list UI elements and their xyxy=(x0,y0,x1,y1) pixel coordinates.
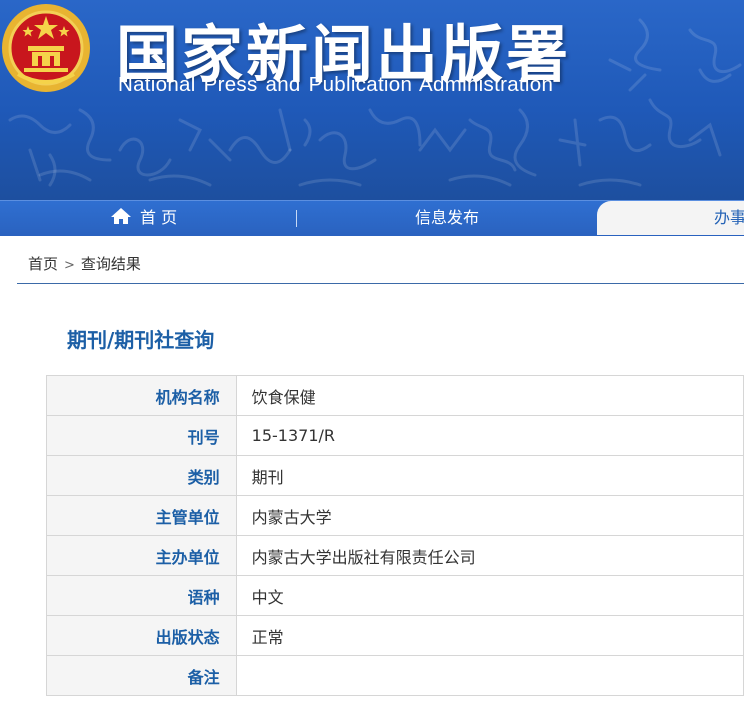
row-value: 中文 xyxy=(235,575,744,616)
table-row: 刊号 15-1371/R xyxy=(46,415,744,456)
table-row: 机构名称 饮食保健 xyxy=(46,375,744,416)
page-title: 期刊/期刊社查询 xyxy=(67,328,215,352)
table-row: 出版状态 正常 xyxy=(46,615,744,656)
nav-item-services[interactable]: 办事 xyxy=(597,201,744,235)
nav-services-label: 办事 xyxy=(714,208,744,227)
table-row: 语种 中文 xyxy=(46,575,744,616)
table-row: 备注 xyxy=(46,655,744,696)
nav-home-label: 首 页 xyxy=(140,208,178,227)
row-label: 语种 xyxy=(46,575,237,616)
site-header: 国家新闻出版署 National Press and Publication A… xyxy=(0,0,744,200)
breadcrumb-home-link[interactable]: 首页 xyxy=(28,255,58,273)
home-icon xyxy=(111,208,131,224)
breadcrumb: 首页 > 查询结果 xyxy=(28,253,141,274)
table-row: 类别 期刊 xyxy=(46,455,744,496)
table-row: 主管单位 内蒙古大学 xyxy=(46,495,744,536)
nav-item-home[interactable]: 首 页 xyxy=(110,201,177,236)
row-label: 出版状态 xyxy=(46,615,237,656)
row-label: 备注 xyxy=(46,655,237,696)
nav-item-info-release[interactable]: 信息发布 xyxy=(415,201,479,236)
main-nav: 首 页 信息发布 办事 xyxy=(0,200,744,236)
site-title-english: National Press and Publication Administr… xyxy=(118,73,554,96)
row-value: 内蒙古大学出版社有限责任公司 xyxy=(235,535,744,576)
row-label: 刊号 xyxy=(46,415,237,456)
row-value: 饮食保健 xyxy=(235,375,744,416)
result-table: 机构名称 饮食保健 刊号 15-1371/R 类别 期刊 主管单位 内蒙古大学 … xyxy=(46,375,744,696)
breadcrumb-separator: > xyxy=(64,258,75,273)
row-label: 主管单位 xyxy=(46,495,237,536)
row-value xyxy=(235,655,744,696)
row-label: 主办单位 xyxy=(46,535,237,576)
breadcrumb-current: 查询结果 xyxy=(80,255,141,273)
row-value: 15-1371/R xyxy=(235,415,744,456)
breadcrumb-divider xyxy=(17,283,744,284)
table-row: 主办单位 内蒙古大学出版社有限责任公司 xyxy=(46,535,744,576)
row-label: 类别 xyxy=(46,455,237,496)
row-value: 内蒙古大学 xyxy=(235,495,744,536)
row-value: 期刊 xyxy=(235,455,744,496)
national-emblem-icon xyxy=(2,4,90,92)
row-label: 机构名称 xyxy=(46,375,237,416)
row-value: 正常 xyxy=(235,615,744,656)
nav-divider xyxy=(296,210,297,227)
